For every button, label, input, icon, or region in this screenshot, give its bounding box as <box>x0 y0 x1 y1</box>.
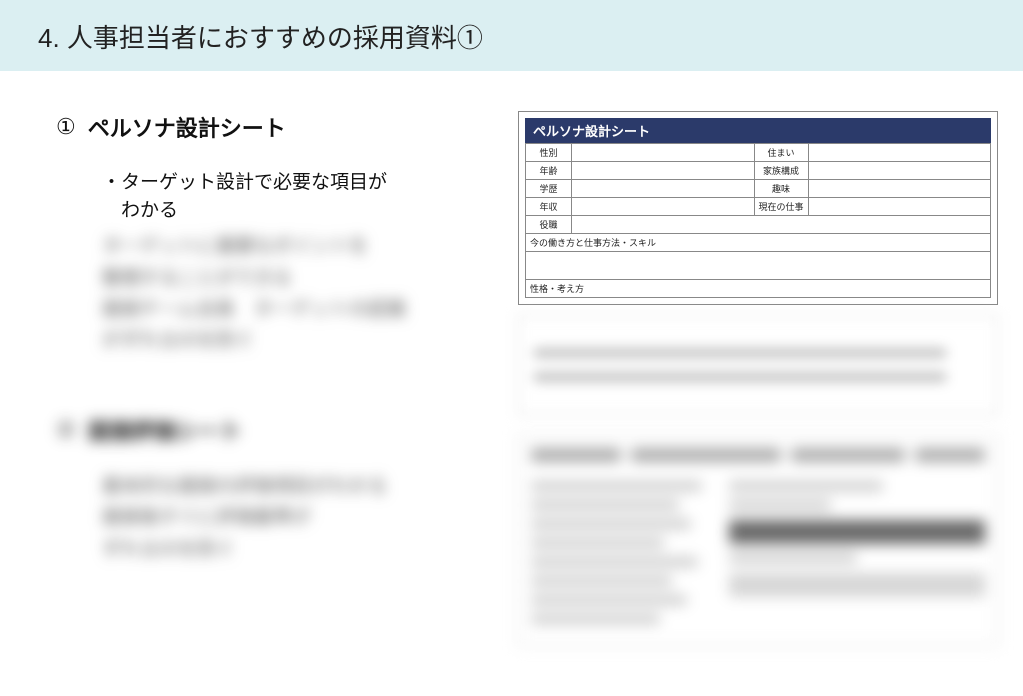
sheet-label: 住まい <box>754 144 808 162</box>
page-header: 4. 人事担当者におすすめの採用資料① <box>0 0 1023 71</box>
sheet-table: 性別 住まい 年齢 家族構成 学歴 趣味 <box>525 143 991 234</box>
sheet-label: 学歴 <box>526 180 572 198</box>
sheet-cell <box>808 198 991 216</box>
sheet-blank-area <box>525 252 991 280</box>
item2-heading-blurred: ② 面接評価シート <box>56 414 486 446</box>
sheet-cell <box>572 216 991 234</box>
sheet-label: 現在の仕事 <box>754 198 808 216</box>
sheet-cell <box>572 198 755 216</box>
sheet-cell <box>808 162 991 180</box>
sheet-title: ペルソナ設計シート <box>525 118 991 143</box>
page-title: 4. 人事担当者におすすめの採用資料① <box>38 23 483 53</box>
item1-number: ① <box>56 114 76 140</box>
sheet-cell <box>572 162 755 180</box>
sheet-label: 年齢 <box>526 162 572 180</box>
left-column: ① ペルソナ設計シート ・ターゲット設計で必要な項目が わかる ターゲットに重要… <box>56 111 486 646</box>
blurred-panel-2 <box>518 435 998 646</box>
item1-bullet1: ・ターゲット設計で必要な項目が わかる <box>102 169 486 224</box>
sheet-label: 趣味 <box>754 180 808 198</box>
content-area: ① ペルソナ設計シート ・ターゲット設計で必要な項目が わかる ターゲットに重要… <box>0 71 1023 646</box>
item1-blurred-bullets: ターゲットに重要なポイントを 整理することができる 面接チーム全員 ターゲットの… <box>102 232 486 356</box>
persona-sheet-preview: ペルソナ設計シート 性別 住まい 年齢 家族構成 <box>518 111 998 305</box>
sheet-label: 年収 <box>526 198 572 216</box>
sheet-section-label: 性格・考え方 <box>525 280 991 298</box>
sheet-label: 性別 <box>526 144 572 162</box>
item2-blurred-bullets: 基本的な面接の評価項目がわかる 面接後すぐに評価基準が ずれるのを防ぐ <box>102 472 486 564</box>
sheet-label: 家族構成 <box>754 162 808 180</box>
blurred-panel-1 <box>518 315 998 415</box>
sheet-cell <box>572 144 755 162</box>
sheet-cell <box>808 144 991 162</box>
sheet-cell <box>572 180 755 198</box>
right-column: ペルソナ設計シート 性別 住まい 年齢 家族構成 <box>518 111 998 646</box>
item1-title: ペルソナ設計シート <box>88 111 286 143</box>
sheet-cell <box>808 180 991 198</box>
sheet-label: 役職 <box>526 216 572 234</box>
sheet-section-label: 今の働き方と仕事方法・スキル <box>525 234 991 252</box>
item1-heading: ① ペルソナ設計シート <box>56 111 486 143</box>
